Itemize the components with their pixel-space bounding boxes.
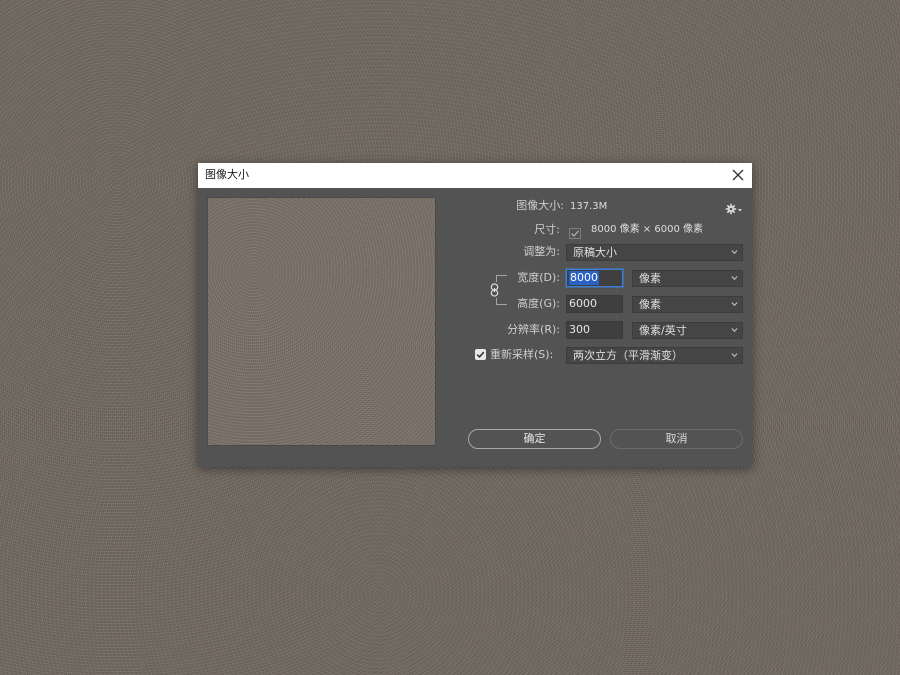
fit-to-select[interactable]: 原稿大小: [566, 244, 743, 261]
close-button[interactable]: [730, 167, 746, 183]
image-size-dialog: 图像大小 图像大小: 137.3M 尺寸: 8000 像素 × 6000 像素 …: [198, 163, 752, 467]
width-unit-select[interactable]: 像素: [632, 270, 743, 287]
image-preview[interactable]: [207, 197, 436, 446]
width-label: 宽度(D):: [517, 271, 560, 284]
chevron-down-icon: [731, 353, 738, 358]
width-input[interactable]: 8000: [566, 269, 623, 287]
dimensions-unit-toggle[interactable]: [569, 224, 581, 239]
chevron-down-icon: [731, 250, 738, 255]
resolution-label: 分辨率(R):: [507, 323, 560, 336]
height-input[interactable]: 6000: [566, 295, 623, 313]
width-value: 8000: [569, 271, 599, 285]
height-label: 高度(G):: [517, 297, 560, 310]
dialog-titlebar[interactable]: 图像大小: [198, 163, 752, 188]
gear-icon: [725, 203, 742, 215]
ok-button-label: 确定: [523, 432, 546, 445]
checkmark-icon: [476, 351, 485, 358]
dimensions-label: 尺寸:: [534, 223, 560, 236]
resolution-input[interactable]: 300: [566, 321, 623, 339]
checkmark-icon: [569, 228, 581, 239]
image-size-value: 137.3M: [570, 201, 608, 212]
resample-label: 重新采样(S):: [490, 348, 554, 361]
cancel-button-label: 取消: [665, 432, 688, 445]
dialog-title: 图像大小: [205, 168, 249, 181]
chevron-down-icon: [731, 328, 738, 333]
resolution-value: 300: [569, 323, 590, 336]
fit-to-label: 调整为:: [523, 245, 560, 258]
resolution-unit-select[interactable]: 像素/英寸: [632, 322, 743, 339]
width-unit: 像素: [639, 272, 661, 285]
fit-to-value: 原稿大小: [573, 246, 617, 259]
resample-checkbox[interactable]: [475, 349, 486, 360]
settings-button[interactable]: [725, 200, 743, 215]
height-unit-select[interactable]: 像素: [632, 296, 743, 313]
dimensions-value: 8000 像素 × 6000 像素: [591, 224, 703, 235]
height-unit: 像素: [639, 298, 661, 311]
ok-button[interactable]: 确定: [468, 429, 601, 449]
resample-method-select[interactable]: 两次立方（平滑渐变）: [566, 347, 743, 364]
cancel-button[interactable]: 取消: [610, 429, 743, 449]
resample-method: 两次立方（平滑渐变）: [573, 349, 683, 362]
resolution-unit: 像素/英寸: [639, 324, 687, 337]
close-icon: [732, 169, 744, 181]
image-size-label: 图像大小:: [516, 199, 564, 212]
chevron-down-icon: [731, 276, 738, 281]
height-value: 6000: [569, 297, 597, 310]
chevron-down-icon: [731, 302, 738, 307]
